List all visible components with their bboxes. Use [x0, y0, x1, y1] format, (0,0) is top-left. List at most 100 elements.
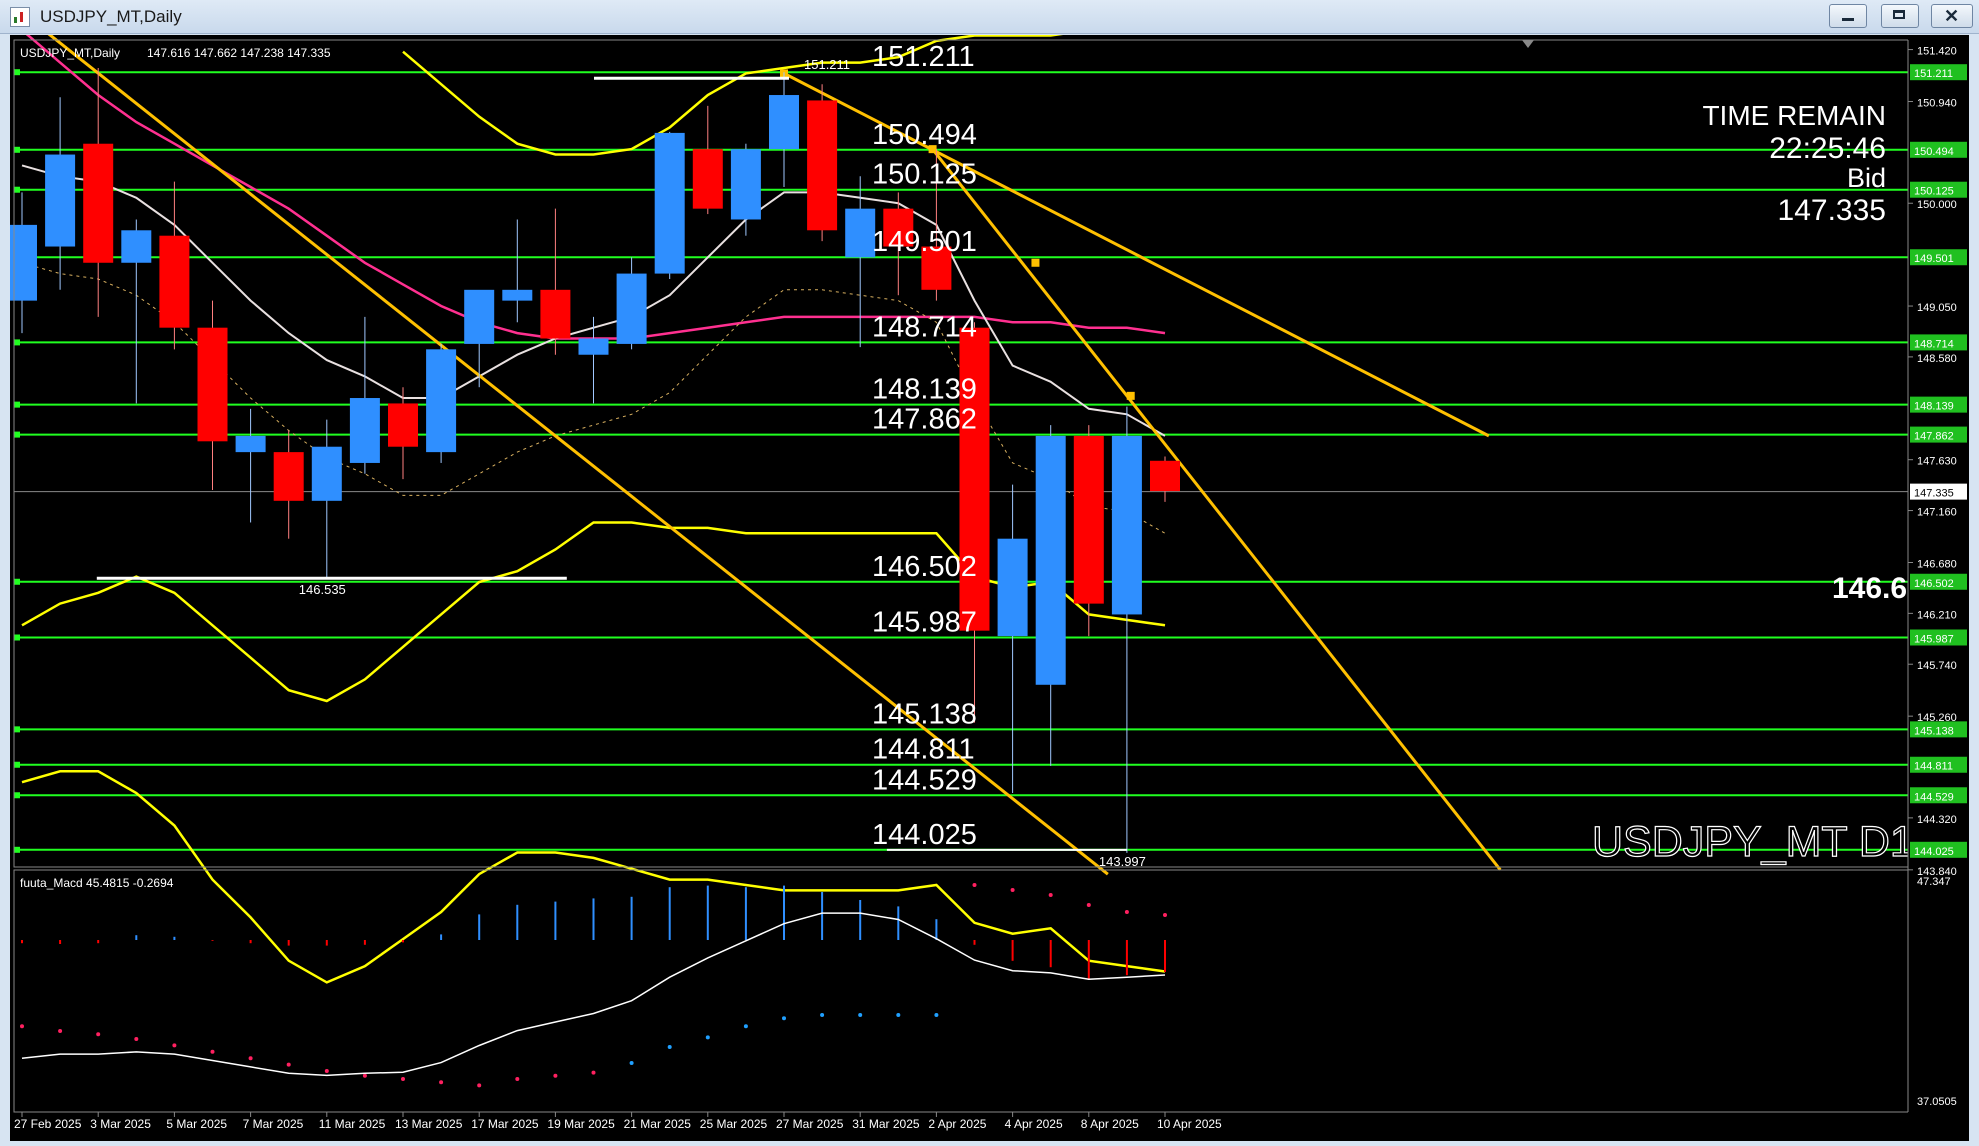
macd-signal-dot	[439, 1080, 444, 1085]
macd-signal-dot	[172, 1043, 177, 1048]
price-tick-label: 148.580	[1917, 353, 1957, 365]
low-marker-2-label: 146.535	[299, 582, 346, 597]
title-bar[interactable]: USDJPY_MT,Daily ✕	[0, 0, 1979, 34]
level-anchor[interactable]	[14, 761, 20, 768]
macd-signal-dot	[934, 1013, 939, 1017]
level-anchor[interactable]	[14, 146, 20, 153]
bull-candle[interactable]	[616, 273, 647, 344]
macd-signal-dot	[629, 1061, 634, 1065]
trendline-anchor[interactable]	[1031, 258, 1040, 267]
macd-signal-dot	[96, 1032, 101, 1037]
bear-candle[interactable]	[197, 327, 228, 442]
level-anchor[interactable]	[14, 578, 20, 585]
bull-candle[interactable]	[426, 349, 457, 453]
bull-candle[interactable]	[997, 538, 1028, 637]
bull-candle[interactable]	[578, 338, 609, 355]
bull-candle[interactable]	[121, 230, 152, 263]
bull-candle[interactable]	[654, 132, 685, 274]
time-tick-label: 27 Mar 2025	[776, 1117, 844, 1131]
minimize-button[interactable]	[1829, 4, 1867, 28]
bear-candle[interactable]	[692, 149, 723, 209]
time-tick-label: 7 Mar 2025	[243, 1117, 304, 1131]
level-anchor[interactable]	[14, 846, 20, 853]
level-label: 144.025	[872, 819, 977, 851]
bear-candle[interactable]	[1073, 435, 1104, 604]
price-tick-label: 144.320	[1917, 814, 1957, 826]
close-button[interactable]: ✕	[1931, 4, 1973, 28]
level-label: 147.862	[872, 404, 977, 436]
macd-signal-dot	[591, 1070, 596, 1075]
bear-candle[interactable]	[388, 403, 418, 447]
level-anchor[interactable]	[14, 431, 20, 438]
macd-signal-dot	[286, 1062, 291, 1067]
level-anchor[interactable]	[14, 401, 20, 408]
level-axis-tag-text: 144.529	[1914, 791, 1954, 803]
price-tick-label: 145.740	[1917, 660, 1957, 672]
level-label: 145.987	[872, 606, 977, 638]
shift-marker-icon[interactable]	[1522, 40, 1534, 48]
time-tick-label: 13 Mar 2025	[395, 1117, 463, 1131]
price-tick-label: 147.160	[1917, 507, 1957, 519]
chart-area[interactable]: 27 Feb 2025 3 Mar 2025 5 Mar 2025 7 Mar 202…	[3, 0, 1969, 1141]
bull-candle[interactable]	[235, 435, 266, 453]
high-marker-label: 151.211	[804, 57, 850, 72]
bear-candle[interactable]	[159, 235, 190, 328]
macd-signal-dot	[477, 1083, 482, 1088]
macd-signal-dot	[210, 1049, 215, 1054]
level-anchor[interactable]	[14, 792, 20, 799]
trendline-anchor[interactable]	[1126, 391, 1135, 400]
macd-signal-dot	[972, 883, 977, 887]
bear-candle[interactable]	[540, 289, 571, 339]
bear-candle[interactable]	[807, 100, 838, 231]
bull-candle[interactable]	[502, 289, 533, 301]
macd-signal-dot	[1163, 913, 1167, 917]
macd-signal-dot	[743, 1024, 748, 1029]
band-lower	[21, 770, 1166, 984]
time-tick-label: 2 Apr 2025	[928, 1117, 986, 1131]
close-icon: ✕	[1944, 6, 1960, 26]
level-anchor[interactable]	[14, 726, 20, 733]
bull-candle[interactable]	[730, 149, 761, 220]
time-tick-label: 19 Mar 2025	[547, 1117, 615, 1131]
level-label: 146.502	[872, 551, 977, 583]
bull-candle[interactable]	[845, 208, 876, 258]
level-label: 150.494	[872, 119, 977, 151]
level-axis-tag-text: 147.862	[1914, 431, 1954, 443]
bear-candle[interactable]	[273, 452, 304, 501]
level-anchor[interactable]	[14, 186, 20, 193]
level-axis-tag-text: 144.025	[1914, 846, 1954, 858]
level-anchor[interactable]	[14, 634, 20, 641]
bear-candle[interactable]	[83, 143, 114, 263]
bull-candle[interactable]	[464, 289, 495, 344]
chart-svg[interactable]: 27 Feb 2025 3 Mar 2025 5 Mar 2025 7 Mar 202…	[3, 0, 1969, 1141]
bid-value: 147.335	[1778, 194, 1886, 227]
level-label: 149.501	[872, 226, 977, 258]
price-tick-label: 149.050	[1917, 302, 1957, 314]
level-label: 145.138	[872, 698, 977, 730]
bull-candle[interactable]	[1111, 435, 1142, 615]
bull-candle[interactable]	[1035, 435, 1066, 685]
maximize-button[interactable]	[1881, 4, 1919, 28]
level-anchor[interactable]	[14, 339, 20, 346]
level-label: 148.139	[872, 374, 977, 406]
macd-signal-dot	[324, 1069, 329, 1073]
macd-signal-dot	[248, 1056, 253, 1061]
maximize-icon	[1893, 10, 1905, 19]
level-label: 144.811	[872, 734, 975, 766]
macd-signal-dot	[553, 1073, 558, 1078]
level-anchor[interactable]	[14, 69, 20, 76]
bull-candle[interactable]	[311, 446, 342, 501]
bull-candle[interactable]	[769, 95, 799, 150]
macd-signal-dot	[1048, 893, 1053, 897]
bear-candle[interactable]	[1150, 460, 1180, 492]
macd-tick-label: 37.0505	[1917, 1096, 1957, 1108]
macd-signal-dot	[1010, 888, 1015, 892]
bull-candle[interactable]	[45, 154, 76, 247]
level-axis-tag-text: 144.811	[1914, 761, 1953, 773]
bull-candle[interactable]	[349, 398, 380, 463]
price-tick-label: 150.000	[1917, 199, 1957, 211]
level-axis-tag-text: 145.138	[1914, 725, 1954, 737]
macd-title: fuuta_Macd 45.4815 -0.2694	[20, 876, 174, 890]
time-tick-label: 5 Mar 2025	[166, 1117, 227, 1131]
time-tick-label: 4 Apr 2025	[1005, 1117, 1063, 1131]
